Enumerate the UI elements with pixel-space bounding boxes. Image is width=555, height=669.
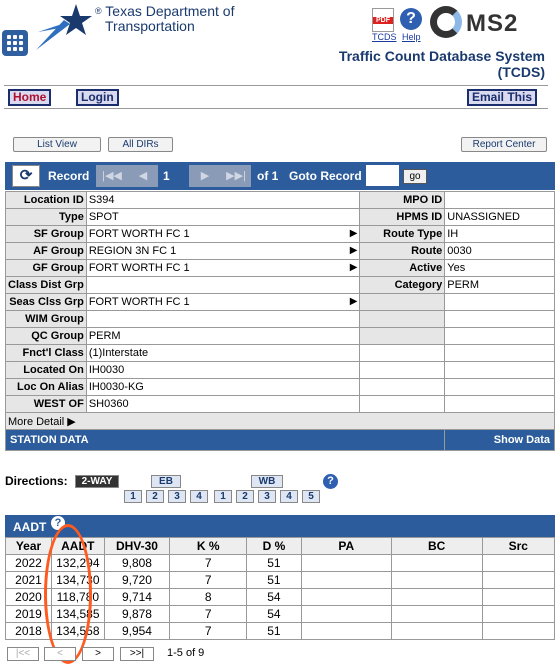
record-bar: ⟳ Record |◀◀ ◀ 1 ▶ ▶▶| of 1 Goto Record … — [5, 162, 555, 190]
lane-button[interactable]: 2 — [146, 490, 164, 503]
last-record-button[interactable]: ▶▶| — [221, 165, 251, 187]
prev-record-button[interactable]: ◀ — [128, 165, 158, 187]
pdf-icon[interactable]: PDF — [372, 8, 394, 32]
lane-button[interactable]: 3 — [258, 490, 276, 503]
home-button[interactable]: Home — [8, 89, 52, 106]
lane-button[interactable]: 4 — [190, 490, 208, 503]
lane-button[interactable]: 5 — [302, 490, 320, 503]
pager-status: 1-5 of 9 — [167, 647, 205, 659]
go-button[interactable]: go — [403, 169, 427, 184]
location-details: Location ID S394 MPO ID Type SPOT HPMS ID UNA… — [4, 191, 555, 451]
aadt-title-bar: AADT ? — [5, 515, 555, 537]
main-nav: Home Login Email This — [4, 85, 548, 109]
lane-button[interactable]: 4 — [280, 490, 298, 503]
wb-button[interactable]: WB — [251, 475, 283, 488]
first-page-button[interactable]: |<< — [7, 647, 39, 661]
sf-group-dropdown[interactable]: FORT WORTH FC 1 ▶ — [85, 225, 361, 243]
seas-clss-dropdown[interactable]: FORT WORTH FC 1 ▶ — [85, 293, 361, 311]
show-data-link[interactable]: Show Data — [444, 429, 555, 451]
table-header: Year AADT DHV-30 K % D % PA BC Src — [4, 537, 555, 555]
pdf-link[interactable]: TCDS — [372, 32, 397, 42]
af-group-dropdown[interactable]: REGION 3N FC 1 ▶ — [85, 242, 361, 260]
help-icon[interactable]: ? — [400, 8, 422, 30]
next-record-button[interactable]: ▶ — [189, 165, 221, 187]
org-name: ® Texas Department of Transportation — [95, 3, 235, 34]
txdot-logo — [36, 4, 92, 50]
report-center-button[interactable]: Report Center — [461, 137, 547, 152]
highlight-oval — [44, 524, 92, 664]
all-dirs-button[interactable]: All DIRs — [108, 137, 173, 152]
help-link[interactable]: Help — [402, 32, 421, 42]
next-page-button[interactable]: > — [82, 647, 114, 661]
gf-group-dropdown[interactable]: FORT WORTH FC 1 ▶ — [85, 259, 361, 277]
goto-record-input[interactable] — [366, 165, 399, 186]
email-this-button[interactable]: Email This — [467, 89, 538, 106]
login-button[interactable]: Login — [76, 89, 119, 106]
lane-button[interactable]: 3 — [168, 490, 186, 503]
lane-button[interactable]: 1 — [124, 490, 142, 503]
help-icon[interactable]: ? — [323, 474, 338, 489]
ms2-logo: MS2 — [430, 6, 545, 40]
lane-button[interactable]: 1 — [214, 490, 232, 503]
station-data-title: STATION DATA — [4, 429, 446, 451]
lane-button[interactable]: 2 — [236, 490, 254, 503]
eb-button[interactable]: EB — [151, 475, 181, 488]
first-record-button[interactable]: |◀◀ — [96, 165, 128, 187]
list-view-button[interactable]: List View — [13, 137, 101, 152]
prev-page-button[interactable]: < — [44, 647, 76, 661]
app-grid-button[interactable] — [2, 30, 28, 56]
system-title: Traffic Count Database System (TCDS) — [338, 48, 545, 80]
directions-label: Directions: — [5, 474, 68, 488]
more-detail-toggle[interactable]: More Detail ▶ — [5, 412, 555, 430]
last-page-button[interactable]: >>| — [120, 647, 154, 661]
two-way-button[interactable]: 2-WAY — [75, 475, 119, 488]
refresh-icon[interactable]: ⟳ — [12, 165, 40, 187]
